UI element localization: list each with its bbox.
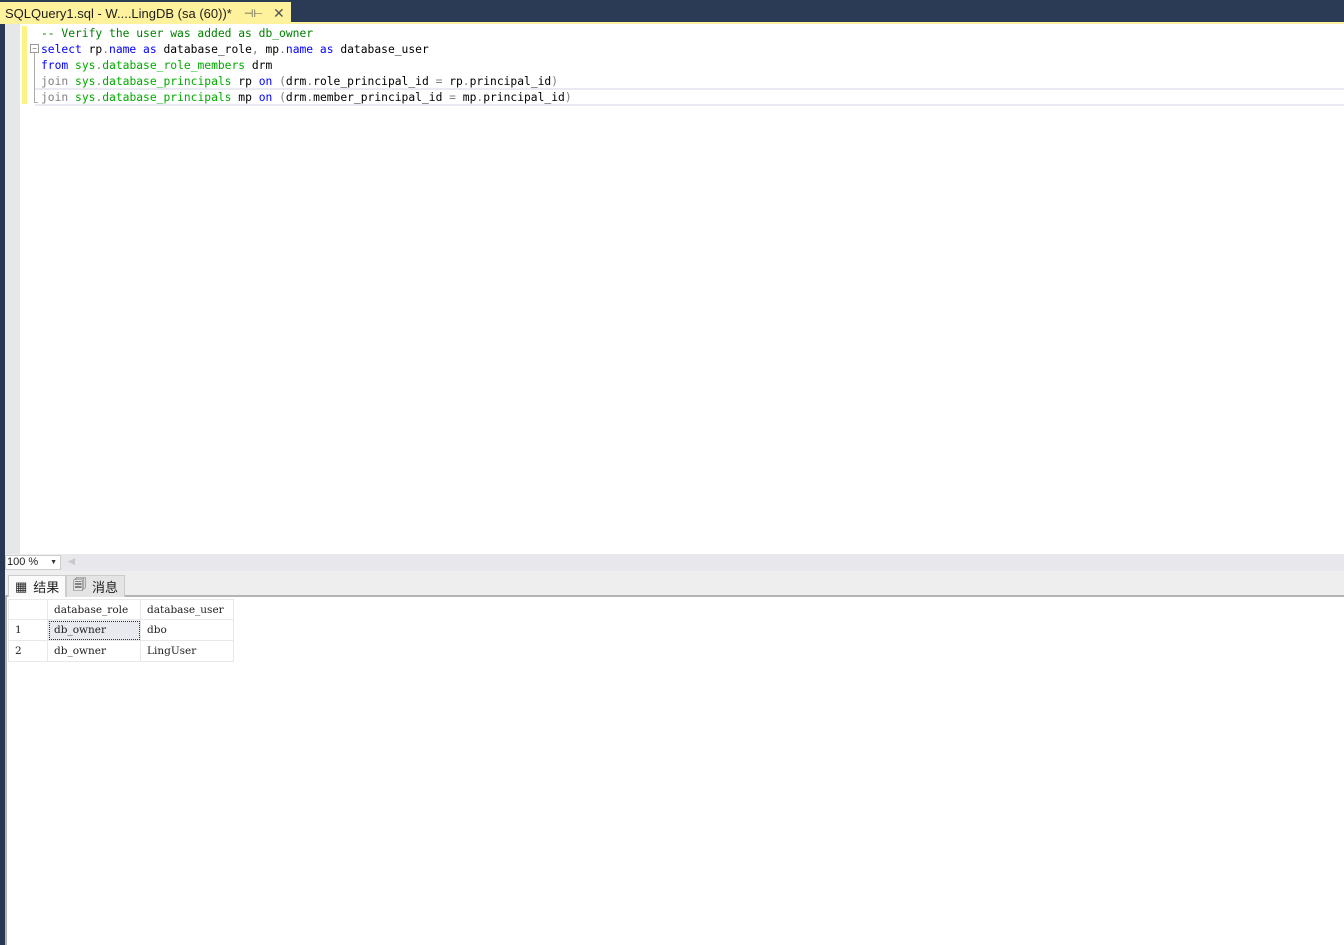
column-header[interactable]: database_user	[140, 599, 234, 620]
code-token: rp	[81, 43, 103, 56]
row-number-header[interactable]	[8, 599, 48, 620]
row-number[interactable]: 1	[8, 619, 48, 641]
code-token: mp	[455, 91, 477, 104]
grid-cell[interactable]: dbo	[140, 619, 234, 641]
code-token: .	[462, 75, 470, 88]
column-header[interactable]: database_role	[47, 599, 141, 620]
code-line[interactable]: from sys.database_role_members drm	[41, 58, 572, 74]
code-token: drm	[245, 59, 273, 72]
code-token: as	[313, 43, 334, 56]
collapse-icon[interactable]: −	[30, 44, 39, 53]
results-grid[interactable]: database_role database_user 1 db_owner d…	[8, 599, 234, 662]
code-line[interactable]: join sys.database_principals mp on (drm.…	[41, 90, 572, 106]
code-token: member_principal_id	[313, 91, 450, 104]
grid-cell[interactable]: LingUser	[140, 640, 234, 662]
document-tab-strip: SQLQuery1.sql - W....LingDB (sa (60))* ⊣…	[0, 0, 1344, 24]
document-tab[interactable]: SQLQuery1.sql - W....LingDB (sa (60))* ⊣…	[0, 2, 291, 24]
results-pane: database_role database_user 1 db_owner d…	[5, 597, 1344, 945]
code-token: select	[41, 43, 82, 56]
code-token: =	[449, 91, 456, 104]
code-token: .	[102, 43, 110, 56]
code-token: on	[258, 75, 273, 88]
code-token: name	[285, 43, 314, 56]
change-tracking-bar	[22, 26, 27, 104]
code-token: .	[279, 43, 286, 56]
chevron-down-icon: ▼	[50, 559, 57, 566]
code-token: rp	[231, 75, 259, 88]
code-token: (	[272, 91, 286, 104]
code-token: database_role_members	[102, 59, 246, 72]
editor-status-bar: 100 % ▼ ◀	[5, 554, 1344, 571]
code-line[interactable]: -- Verify the user was added as db_owner	[41, 26, 572, 42]
code-token: drm	[285, 75, 307, 88]
code-token: principal_id	[483, 91, 565, 104]
close-icon[interactable]: ✕	[273, 5, 285, 22]
zoom-value: 100 %	[7, 556, 39, 568]
tab-results-label: 结果	[33, 580, 60, 595]
tab-messages[interactable]: 🗐 消息	[66, 575, 126, 597]
table-row: 2 db_owner LingUser	[8, 640, 234, 662]
tab-results[interactable]: ▦ 结果	[8, 575, 67, 597]
code-token: sys	[68, 59, 96, 72]
code-token: name	[109, 43, 137, 56]
code-token: sys	[68, 75, 96, 88]
horizontal-scrollbar[interactable]	[61, 554, 1344, 571]
grid-cell[interactable]: db_owner	[47, 640, 141, 662]
results-tab-bar: ▦ 结果 🗐 消息	[5, 571, 1344, 597]
tab-messages-label: 消息	[92, 580, 119, 595]
scroll-left-icon[interactable]: ◀	[68, 556, 75, 567]
code-token: as	[136, 43, 157, 56]
zoom-dropdown[interactable]: 100 % ▼	[5, 555, 61, 570]
editor-selection-margin	[5, 24, 20, 554]
code-token: (	[272, 75, 286, 88]
code-token: role_principal_id	[313, 75, 436, 88]
code-token: join	[41, 91, 69, 104]
code-token: database_role	[156, 43, 252, 56]
code-token: -- Verify the user was added as db_owner	[41, 27, 314, 40]
header-row: database_role database_user	[8, 599, 234, 620]
table-row: 1 db_owner dbo	[8, 619, 234, 641]
code-token: drm	[285, 91, 307, 104]
code-token: rp	[442, 75, 463, 88]
code-token: on	[258, 91, 273, 104]
code-line[interactable]: join sys.database_principals rp on (drm.…	[41, 74, 572, 90]
code-token: )	[564, 91, 572, 104]
code-token: from	[41, 59, 69, 72]
query-editor[interactable]: − -- Verify the user was added as db_own…	[5, 24, 1344, 554]
code-line[interactable]: select rp.name as database_role, mp.name…	[41, 42, 572, 58]
code-token: database_principals	[102, 91, 232, 104]
code-token: ,	[251, 43, 259, 56]
code-token: database_principals	[102, 75, 232, 88]
pin-icon[interactable]: ⊣⊢	[244, 7, 263, 20]
code-token: mp	[231, 91, 259, 104]
row-number[interactable]: 2	[8, 640, 48, 662]
code-token: join	[41, 75, 69, 88]
code-token: database_user	[333, 43, 429, 56]
grid-cell[interactable]: db_owner	[47, 619, 141, 641]
code-token: principal_id	[469, 75, 552, 88]
code-token: )	[551, 75, 559, 88]
code-token: mp	[258, 43, 280, 56]
code-token: sys	[68, 91, 96, 104]
document-tab-title: SQLQuery1.sql - W....LingDB (sa (60))*	[5, 5, 232, 21]
grid-icon: ▦	[15, 578, 28, 594]
sql-code[interactable]: -- Verify the user was added as db_owner…	[41, 26, 572, 106]
messages-icon: 🗐	[73, 576, 86, 592]
